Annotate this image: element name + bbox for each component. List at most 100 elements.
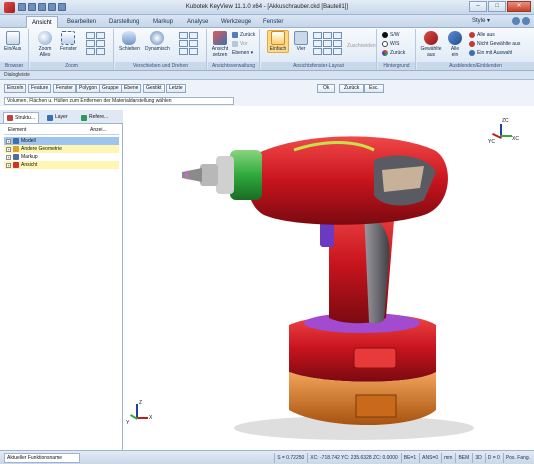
expand-icon[interactable]: + xyxy=(6,138,11,144)
zoom-out-icon[interactable] xyxy=(96,32,105,39)
rotate-right-icon[interactable] xyxy=(189,32,198,39)
bg-white-black-button[interactable]: W/S xyxy=(382,41,399,47)
scale-readout: S = 0.72250 xyxy=(274,453,306,463)
minimize-ribbon-icon[interactable] xyxy=(522,17,530,25)
zoom-all-button[interactable]: Zoom Alles xyxy=(34,31,56,58)
show-with-selection-button[interactable]: Ein mit Auswahl xyxy=(469,50,512,56)
dimension-readout[interactable]: 3D xyxy=(472,453,483,463)
expand-icon[interactable]: + xyxy=(6,146,11,152)
tab-werkzeuge[interactable]: Werkzeuge xyxy=(216,16,256,28)
hide-all-button[interactable]: Alle aus xyxy=(469,32,495,38)
zoom-in-icon[interactable] xyxy=(86,32,95,39)
tree-item-view[interactable]: + Ansicht xyxy=(4,161,119,169)
show-all-button[interactable]: Alle ein xyxy=(447,31,463,58)
tab-ansicht[interactable]: Ansicht xyxy=(26,16,58,28)
view-check-icon xyxy=(13,162,19,168)
dynamic-rotate-button[interactable]: Dynamisch xyxy=(145,31,170,52)
filter-group-button[interactable]: Gruppe xyxy=(99,84,122,93)
tab-analyse[interactable]: Analyse xyxy=(182,16,213,28)
magnifier-icon xyxy=(38,31,52,45)
coordinate-triad-bottom: Z X Y xyxy=(126,400,153,426)
layout-f-icon[interactable] xyxy=(333,40,342,47)
zoom-window-button[interactable]: Fenster xyxy=(60,31,77,52)
set-view-button[interactable]: Ansicht setzen xyxy=(210,31,230,58)
hide-unselected-button[interactable]: Nicht Gewählte aus xyxy=(469,41,520,47)
viewport[interactable]: ZC XC YC Z X Y xyxy=(124,110,534,450)
minimize-button[interactable]: – xyxy=(469,1,487,12)
view-back-button[interactable]: Zurück xyxy=(232,32,255,38)
bem-readout[interactable]: BEM xyxy=(455,453,471,463)
layout-d-icon[interactable] xyxy=(313,40,322,47)
bg-reset-button[interactable]: Zurück xyxy=(382,50,405,56)
hide-icon xyxy=(424,31,438,45)
roll-left-icon[interactable] xyxy=(179,48,188,55)
help-icon[interactable] xyxy=(512,17,520,25)
unit-readout[interactable]: mm xyxy=(441,453,454,463)
expand-icon[interactable]: + xyxy=(6,162,11,168)
layout-i-icon[interactable] xyxy=(333,48,342,55)
filter-layer-button[interactable]: Ebene xyxy=(121,84,142,93)
layers-dropdown[interactable]: Ebenen ▾ xyxy=(232,50,253,56)
filter-feature-button[interactable]: Feature xyxy=(28,84,52,93)
filter-polygon-button[interactable]: Polygon xyxy=(76,84,101,93)
filter-window-button[interactable]: Fenster xyxy=(53,84,76,93)
tab-layer[interactable]: Layer xyxy=(44,112,71,123)
single-layout-button[interactable]: Einfach xyxy=(267,30,289,53)
model-icon xyxy=(13,138,19,144)
column-display[interactable]: Anzei... xyxy=(90,127,107,133)
coordinate-triad-top: ZC XC YC xyxy=(488,118,519,145)
column-element[interactable]: Element xyxy=(8,127,26,133)
hide-selected-button[interactable]: Gewählte aus xyxy=(419,31,443,58)
layout-e-icon[interactable] xyxy=(323,40,332,47)
show-icon xyxy=(448,31,462,45)
tab-darstellung[interactable]: Darstellung xyxy=(104,16,144,28)
expand-icon[interactable]: + xyxy=(6,154,11,160)
browser-toggle-button[interactable]: Ein/Aus xyxy=(4,31,21,52)
snap-readout[interactable]: Pos. Fang. xyxy=(502,453,532,463)
tab-structure[interactable]: Struktu... xyxy=(3,112,40,123)
current-function-field: Aktueller Funktionsname xyxy=(4,453,80,463)
tab-references[interactable]: Refere... xyxy=(78,112,111,123)
group-move-rotate: Schieben Dynamisch Verschieben und Drehe… xyxy=(115,29,207,70)
style-dropdown[interactable]: Style ▾ xyxy=(472,17,490,24)
roll-right-icon[interactable] xyxy=(189,48,198,55)
reference-icon xyxy=(81,114,87,121)
escape-button[interactable]: Esc. xyxy=(364,84,384,93)
layout-b-icon[interactable] xyxy=(323,32,332,39)
rotate-left-icon[interactable] xyxy=(179,32,188,39)
filter-last-button[interactable]: Letzte xyxy=(166,84,186,93)
tab-bearbeiten[interactable]: Bearbeiten xyxy=(62,16,101,28)
rotate-up-icon[interactable] xyxy=(179,40,188,47)
zoom-prev-icon[interactable] xyxy=(86,40,95,47)
maximize-button[interactable]: □ xyxy=(488,1,506,12)
layout-c-icon[interactable] xyxy=(333,32,342,39)
filter-gestikt-button[interactable]: Gestikt xyxy=(143,84,165,93)
close-button[interactable]: ✕ xyxy=(507,1,531,12)
zoom-sel-icon[interactable] xyxy=(86,48,95,55)
pan-button[interactable]: Schieben xyxy=(119,31,140,52)
tree-item-model[interactable]: + Modell xyxy=(4,137,119,145)
tab-fenster[interactable]: Fenster xyxy=(258,16,288,28)
coordinate-readout: XC: -718.742 YC: 235.6328 ZC: 0.0000 xyxy=(307,453,399,463)
selection-filter-bar: Einzeln Feature Fenster Polygon Gruppe E… xyxy=(0,80,534,96)
zoom-window-icon xyxy=(61,31,76,45)
ok-button[interactable]: Ok xyxy=(317,84,336,93)
drill-model[interactable] xyxy=(124,110,534,450)
tab-markup[interactable]: Markup xyxy=(148,16,178,28)
rotate-down-icon[interactable] xyxy=(189,40,198,47)
back-button[interactable]: Zurück xyxy=(339,84,365,93)
tree-item-other-geometry[interactable]: + Andere Geometrie xyxy=(4,145,119,153)
layout-g-icon[interactable] xyxy=(313,48,322,55)
layout-h-icon[interactable] xyxy=(323,48,332,55)
zoom-scale-icon[interactable] xyxy=(96,48,105,55)
layout-a-icon[interactable] xyxy=(313,32,322,39)
white-dot-icon xyxy=(382,41,388,47)
filter-single-button[interactable]: Einzeln xyxy=(4,84,27,93)
crop-button[interactable]: Zuschneiden xyxy=(347,43,376,49)
hide-unselected-icon xyxy=(469,41,475,47)
view-forward-button[interactable]: Vor xyxy=(232,41,248,47)
zoom-fit-icon[interactable] xyxy=(96,40,105,47)
bg-black-white-button[interactable]: S/W xyxy=(382,32,399,38)
tree-item-markup[interactable]: + Markup xyxy=(4,153,119,161)
four-layout-button[interactable]: Vier xyxy=(294,31,308,52)
